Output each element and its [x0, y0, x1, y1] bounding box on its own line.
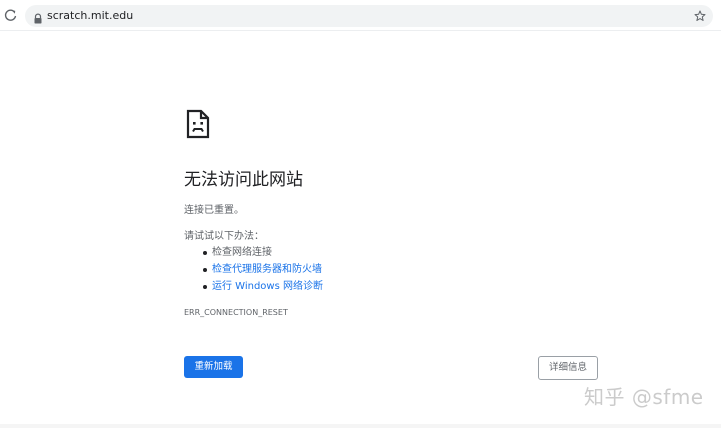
lock-icon[interactable] — [33, 10, 43, 24]
error-headline: 无法访问此网站 — [184, 170, 303, 190]
error-code: ERR_CONNECTION_RESET — [184, 308, 288, 317]
bottom-edge — [0, 424, 721, 428]
browser-toolbar: scratch.mit.edu — [0, 0, 721, 31]
url-text[interactable]: scratch.mit.edu — [47, 9, 133, 23]
error-message: 连接已重置。 — [184, 205, 244, 216]
watermark: 知乎 @sfme — [584, 385, 704, 409]
suggestion-check-proxy-link[interactable]: 检查代理服务器和防火墙 — [203, 263, 323, 280]
suggestions-list: 检查网络连接 检查代理服务器和防火墙 运行 Windows 网络诊断 — [203, 246, 323, 297]
reload-button[interactable]: 重新加载 — [184, 356, 243, 378]
suggestion-run-diagnostics-link[interactable]: 运行 Windows 网络诊断 — [203, 280, 323, 297]
address-bar[interactable]: scratch.mit.edu — [25, 5, 713, 27]
error-page: 无法访问此网站 连接已重置。 请试试以下办法： 检查网络连接 检查代理服务器和防… — [0, 31, 721, 424]
details-button[interactable]: 详细信息 — [538, 356, 598, 380]
suggestion-check-network: 检查网络连接 — [203, 246, 323, 263]
sad-page-icon — [186, 109, 210, 139]
reload-icon[interactable] — [2, 7, 18, 23]
star-icon[interactable] — [693, 9, 707, 23]
suggestions-label: 请试试以下办法： — [184, 231, 264, 242]
